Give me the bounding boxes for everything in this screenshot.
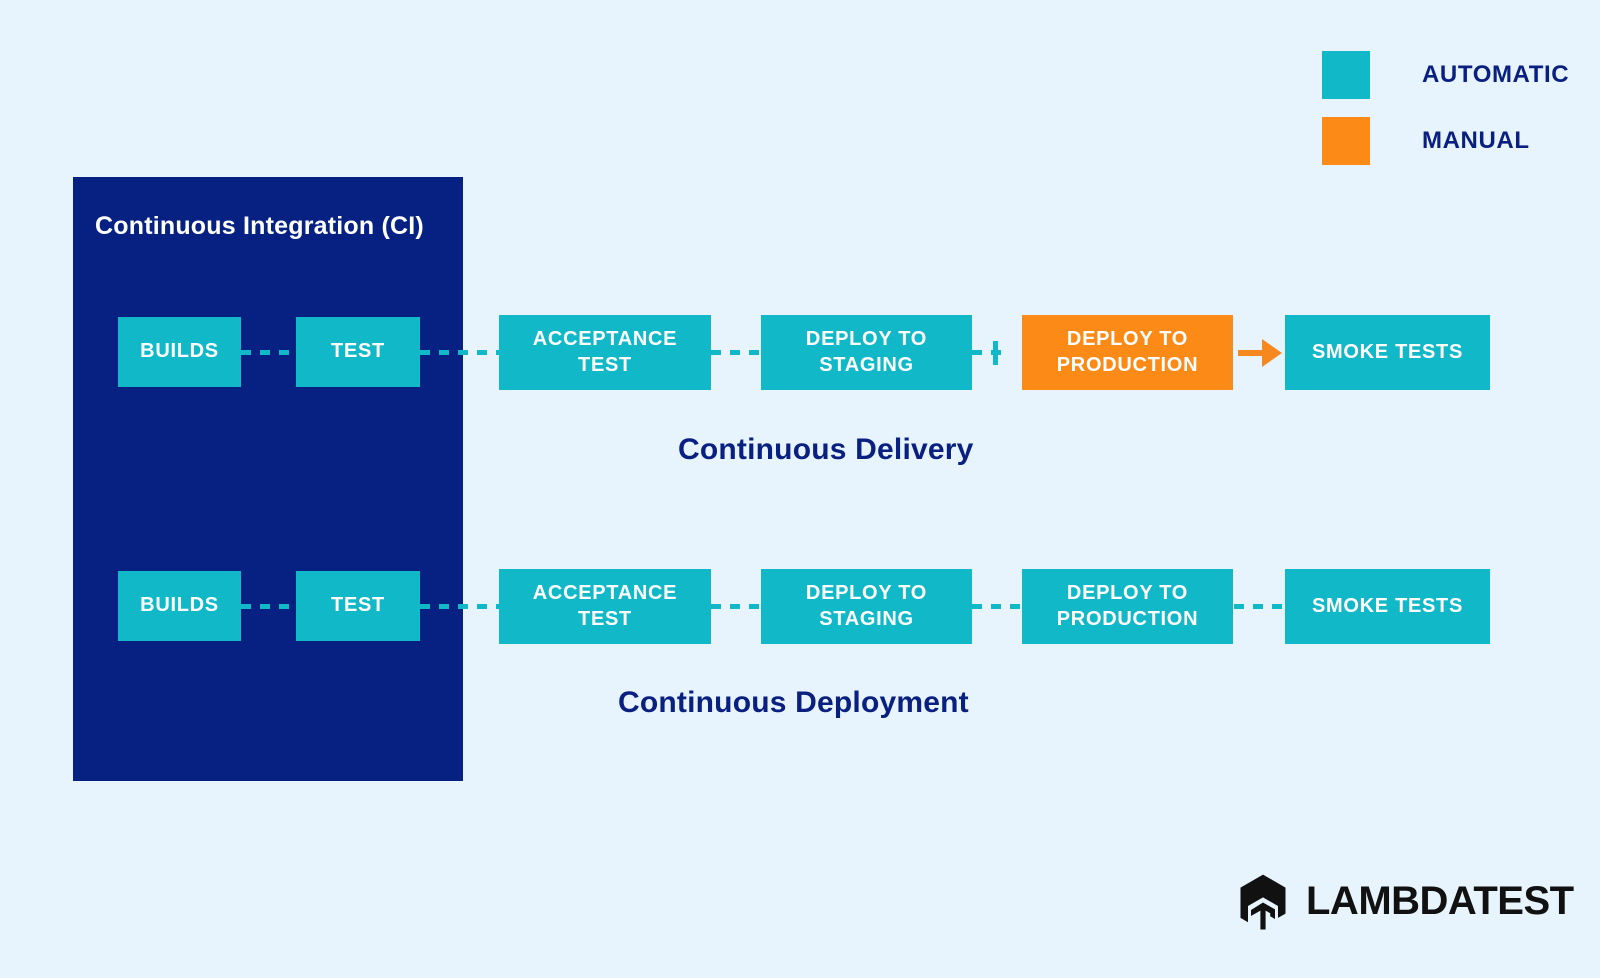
connector-test-to-acceptance-delivery (420, 350, 499, 355)
flow-caption-continuous-delivery: Continuous Delivery (678, 433, 974, 466)
manual-swatch (1322, 117, 1370, 165)
stage-deploy-to-production-delivery[interactable]: DEPLOY TO PRODUCTION (1022, 315, 1233, 390)
manual-gate-stop-bar (993, 341, 998, 365)
flow-caption-continuous-deployment: Continuous Deployment (618, 686, 969, 719)
stage-deploy-to-staging-delivery[interactable]: DEPLOY TO STAGING (761, 315, 972, 390)
continuous-integration-panel: Continuous Integration (CI) (73, 177, 463, 781)
ci-panel-title: Continuous Integration (CI) (95, 212, 424, 240)
lambdatest-logo: LAMBDATEST (1236, 872, 1574, 930)
connector-production-to-smoke-delivery-arrowhead (1262, 339, 1282, 367)
connector-builds-to-test-delivery (241, 350, 297, 355)
connector-builds-to-test-deployment (241, 604, 297, 609)
connector-acceptance-to-staging-delivery (711, 350, 762, 355)
connector-staging-to-production-deployment (972, 604, 1023, 609)
legend-label-manual: MANUAL (1422, 127, 1530, 154)
stage-test-delivery[interactable]: TEST (296, 317, 420, 387)
stage-smoke-tests-delivery[interactable]: SMOKE TESTS (1285, 315, 1490, 390)
stage-builds-delivery[interactable]: BUILDS (118, 317, 241, 387)
connector-test-to-acceptance-deployment (420, 604, 499, 609)
diagram-canvas: AUTOMATIC MANUAL Continuous Integration … (0, 0, 1600, 978)
lambdatest-hexagon-arrow-logo-icon (1240, 874, 1286, 930)
stage-deploy-to-staging-deployment[interactable]: DEPLOY TO STAGING (761, 569, 972, 644)
stage-smoke-tests-deployment[interactable]: SMOKE TESTS (1285, 569, 1490, 644)
stage-deploy-to-production-deployment[interactable]: DEPLOY TO PRODUCTION (1022, 569, 1233, 644)
stage-acceptance-test-delivery[interactable]: ACCEPTANCE TEST (499, 315, 711, 390)
stage-builds-deployment[interactable]: BUILDS (118, 571, 241, 641)
stage-acceptance-test-deployment[interactable]: ACCEPTANCE TEST (499, 569, 711, 644)
legend: AUTOMATIC MANUAL (1322, 42, 1569, 174)
stage-test-deployment[interactable]: TEST (296, 571, 420, 641)
legend-item-manual: MANUAL (1322, 108, 1569, 174)
lambdatest-wordmark: LAMBDATEST (1306, 878, 1574, 923)
connector-acceptance-to-staging-deployment (711, 604, 762, 609)
automatic-swatch (1322, 51, 1370, 99)
legend-item-automatic: AUTOMATIC (1322, 42, 1569, 108)
connector-production-to-smoke-deployment (1234, 604, 1286, 609)
legend-label-automatic: AUTOMATIC (1422, 61, 1570, 88)
